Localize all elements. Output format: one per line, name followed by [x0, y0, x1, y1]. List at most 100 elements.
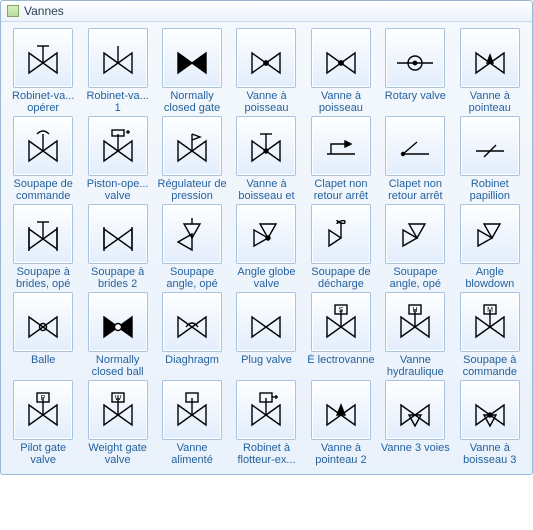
- shape-thumb-19[interactable]: [385, 204, 445, 264]
- shape-thumb-31[interactable]: [236, 380, 296, 440]
- shape-label: Vanne alimenté: [157, 442, 227, 466]
- shape-cell: Piston-ope... valve: [81, 116, 153, 202]
- relief-icon: [321, 214, 361, 254]
- stencil-panel: Vannes Robinet-va... opérerRobinet-va...…: [0, 0, 533, 475]
- shape-cell: Soupape angle, opé: [156, 204, 228, 290]
- shape-cell: Soupape à brides 2: [81, 204, 153, 290]
- shape-thumb-23[interactable]: [162, 292, 222, 352]
- shape-label: Soupape à brides, opé: [8, 266, 78, 290]
- shape-label: Angle globe valve: [231, 266, 301, 290]
- shape-thumb-22[interactable]: [88, 292, 148, 352]
- shape-cell: Vanne à boisseau et: [230, 116, 302, 202]
- shape-cell: Diaghragm: [156, 292, 228, 378]
- shape-label: É lectrovanne: [306, 354, 376, 366]
- check-swing-icon: [395, 126, 435, 166]
- shape-cell: Soupape angle, opé: [379, 204, 451, 290]
- shape-label: Soupape de décharge: [306, 266, 376, 290]
- panel-header: Vannes: [1, 1, 532, 22]
- shape-cell: Balle: [7, 292, 79, 378]
- shape-label: Robinet à flotteur-ex...: [231, 442, 301, 466]
- shape-thumb-2[interactable]: [162, 28, 222, 88]
- shape-thumb-28[interactable]: [13, 380, 73, 440]
- three-way-dot-icon: [470, 390, 510, 430]
- shape-cell: Normally closed ball: [81, 292, 153, 378]
- shape-thumb-14[interactable]: [13, 204, 73, 264]
- shape-thumb-8[interactable]: [88, 116, 148, 176]
- shape-label: Diaghragm: [157, 354, 227, 366]
- shape-cell: Vanne à poisseau: [230, 28, 302, 114]
- shape-cell: Angle blowdown: [454, 204, 526, 290]
- shape-thumb-4[interactable]: [311, 28, 371, 88]
- shape-thumb-9[interactable]: [162, 116, 222, 176]
- shape-thumb-3[interactable]: [236, 28, 296, 88]
- shape-thumb-6[interactable]: [460, 28, 520, 88]
- bowtie-dot-icon: [321, 38, 361, 78]
- shape-cell: Vanne hydraulique: [379, 292, 451, 378]
- shape-thumb-24[interactable]: [236, 292, 296, 352]
- shape-cell: Rotary valve: [379, 28, 451, 114]
- shape-cell: Vanne 3 voies: [379, 380, 451, 466]
- shape-cell: Robinet papillion: [454, 116, 526, 202]
- angle-plain-icon: [395, 214, 435, 254]
- bowtie-dome-icon: [172, 302, 212, 342]
- shape-cell: Clapet non retour arrêt: [379, 116, 451, 202]
- bowtie-box-h-icon: [395, 302, 435, 342]
- shape-thumb-11[interactable]: [311, 116, 371, 176]
- shape-thumb-29[interactable]: [88, 380, 148, 440]
- shape-cell: Soupape de commande: [7, 116, 79, 202]
- shape-thumb-1[interactable]: [88, 28, 148, 88]
- shape-label: Weight gate valve: [83, 442, 153, 466]
- bowtie-ball-solid-icon: [98, 302, 138, 342]
- shape-thumb-33[interactable]: [385, 380, 445, 440]
- shape-thumb-21[interactable]: [13, 292, 73, 352]
- bowtie-float-icon: [246, 390, 286, 430]
- shape-thumb-32[interactable]: [311, 380, 371, 440]
- shape-cell: Vanne alimenté: [156, 380, 228, 466]
- shape-thumb-34[interactable]: [460, 380, 520, 440]
- shape-thumb-26[interactable]: [385, 292, 445, 352]
- shape-label: Vanne à boisseau et: [231, 178, 301, 202]
- shape-cell: Robinet-va... opérer: [7, 28, 79, 114]
- shape-label: Clapet non retour arrêt: [306, 178, 376, 202]
- bowtie-box-m-icon: [470, 302, 510, 342]
- shape-label: Vanne à poisseau: [231, 90, 301, 114]
- shape-cell: Robinet-va... 1: [81, 28, 153, 114]
- shape-thumb-15[interactable]: [88, 204, 148, 264]
- bowtie-piston-icon: [98, 126, 138, 166]
- shape-label: Vanne à poisseau: [306, 90, 376, 114]
- shape-thumb-30[interactable]: [162, 380, 222, 440]
- bowtie-actuator-icon: [23, 126, 63, 166]
- shape-label: Robinet papillion: [455, 178, 525, 202]
- bowtie-box-s-icon: [321, 302, 361, 342]
- panel-title: Vannes: [24, 4, 64, 18]
- shape-label: Clapet non retour arrêt: [380, 178, 450, 202]
- shape-label: Rotary valve: [380, 90, 450, 102]
- shape-cell: Weight gate valve: [81, 380, 153, 466]
- bowtie-solid-icon: [172, 38, 212, 78]
- shape-thumb-18[interactable]: [311, 204, 371, 264]
- shape-thumb-10[interactable]: [236, 116, 296, 176]
- bowtie-flanged-stem-icon: [23, 214, 63, 254]
- shape-thumb-12[interactable]: [385, 116, 445, 176]
- shape-thumb-0[interactable]: [13, 28, 73, 88]
- shape-thumb-13[interactable]: [460, 116, 520, 176]
- shape-thumb-7[interactable]: [13, 116, 73, 176]
- shape-cell: Robinet à flotteur-ex...: [230, 380, 302, 466]
- shape-thumb-17[interactable]: [236, 204, 296, 264]
- shape-cell: Vanne à pointeau 2: [305, 380, 377, 466]
- angle-dot-icon: [246, 214, 286, 254]
- bowtie-ball-icon: [23, 302, 63, 342]
- angle-stem-icon: [172, 214, 212, 254]
- rotary-icon: [395, 38, 435, 78]
- shape-label: Robinet-va... 1: [83, 90, 153, 114]
- bowtie-stem-icon: [98, 38, 138, 78]
- shape-cell: Vanne à boisseau 3: [454, 380, 526, 466]
- shape-label: Soupape angle, opé: [157, 266, 227, 290]
- shape-label: Soupape de commande: [8, 178, 78, 202]
- shape-thumb-20[interactable]: [460, 204, 520, 264]
- shape-thumb-5[interactable]: [385, 28, 445, 88]
- shape-thumb-16[interactable]: [162, 204, 222, 264]
- shape-thumb-25[interactable]: [311, 292, 371, 352]
- shape-cell: Vanne à poisseau: [305, 28, 377, 114]
- shape-thumb-27[interactable]: [460, 292, 520, 352]
